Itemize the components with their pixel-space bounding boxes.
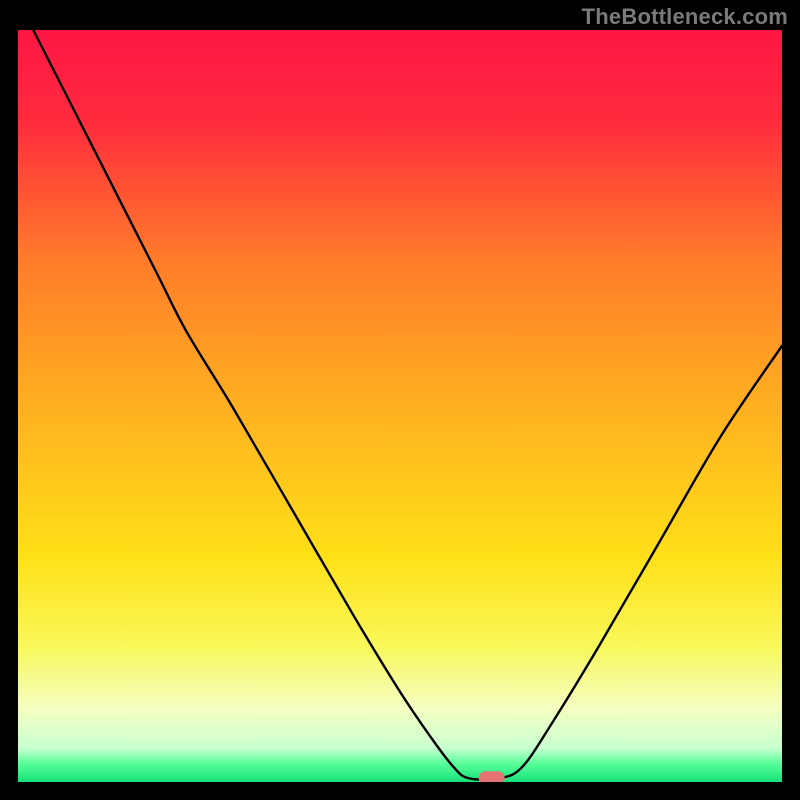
your-hardware-marker bbox=[479, 771, 505, 782]
plot-svg bbox=[18, 30, 782, 782]
watermark-text: TheBottleneck.com bbox=[582, 4, 788, 30]
plot-frame bbox=[18, 30, 782, 782]
bottleneck-chart: TheBottleneck.com bbox=[0, 0, 800, 800]
